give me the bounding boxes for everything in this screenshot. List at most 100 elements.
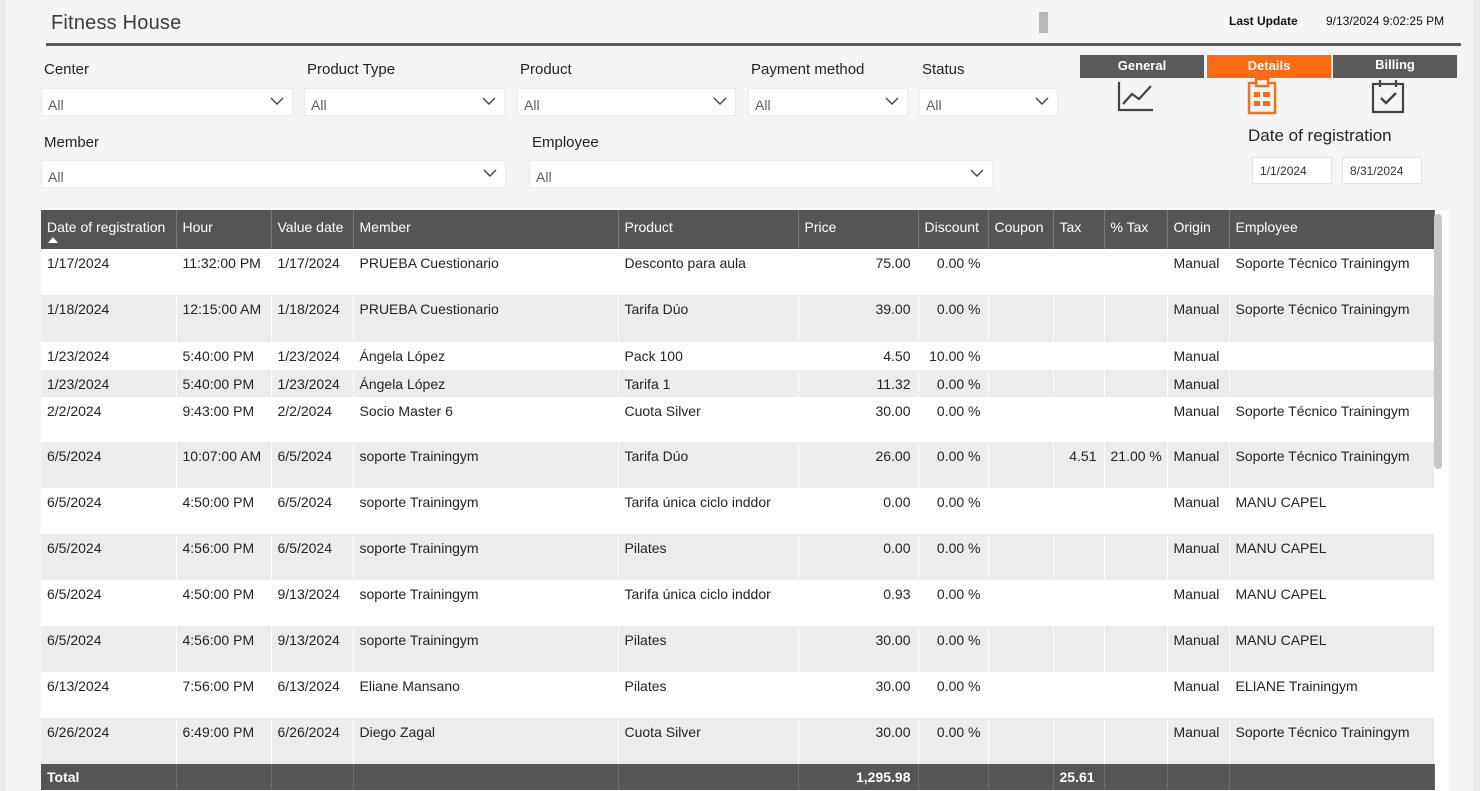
column-header-hour[interactable]: Hour	[176, 210, 272, 249]
table-scrollbar[interactable]	[1434, 214, 1442, 469]
table-cell: 0.00 %	[918, 442, 989, 488]
start-date-input[interactable]: 1/1/2024	[1252, 157, 1332, 184]
end-date-input[interactable]: 8/31/2024	[1342, 157, 1422, 184]
table-row[interactable]: 6/5/2024 4:56:00 PM 9/13/2024 soporte Train…	[41, 626, 1435, 672]
member-filter-dropdown[interactable]: All	[41, 160, 506, 188]
clipboard-icon[interactable]	[1242, 76, 1282, 116]
chevron-down-icon	[483, 169, 497, 177]
total-cell	[1229, 764, 1435, 790]
table-cell	[1053, 626, 1105, 672]
column-header-product[interactable]: Product	[618, 210, 799, 249]
table-cell: 0.00 %	[918, 534, 989, 580]
chevron-down-icon	[482, 97, 496, 105]
line-chart-icon[interactable]	[1115, 76, 1155, 116]
employee-filter-dropdown[interactable]: All	[529, 160, 993, 188]
total-cell	[918, 764, 989, 790]
column-header-price[interactable]: Price	[798, 210, 919, 249]
table-cell: 10:07:00 AM	[176, 442, 272, 488]
table-cell: 6:49:00 PM	[176, 718, 272, 764]
table-cell: 0.93	[798, 580, 919, 626]
table-cell	[1053, 370, 1105, 397]
title-divider	[46, 43, 1461, 46]
table-cell	[1104, 488, 1168, 534]
table-row[interactable]: 1/17/2024 11:32:00 PM 1/17/2024 PRUEBA Cues…	[41, 249, 1435, 295]
table-cell: Pack 100	[618, 342, 799, 370]
table-cell: Manual	[1167, 672, 1230, 718]
payment-method-filter-value: All	[755, 97, 771, 113]
total-cell	[1104, 764, 1168, 790]
table-cell: 1/23/2024	[41, 342, 177, 370]
table-cell: 6/5/2024	[271, 442, 354, 488]
table-row[interactable]: 6/5/2024 4:50:00 PM 6/5/2024 soporte Traini…	[41, 488, 1435, 534]
center-filter-label: Center	[44, 61, 90, 78]
column-header-value-date[interactable]: Value date	[271, 210, 354, 249]
table-cell: Soporte Técnico Trainingym	[1229, 249, 1435, 295]
table-row[interactable]: 1/23/2024 5:40:00 PM 1/23/2024 Ángela López…	[41, 370, 1435, 397]
product-type-filter-dropdown[interactable]: All	[304, 88, 505, 116]
table-row[interactable]: 1/23/2024 5:40:00 PM 1/23/2024 Ángela López…	[41, 342, 1435, 370]
total-label: Total	[41, 764, 177, 790]
table-cell	[988, 370, 1054, 397]
status-indicator	[1039, 12, 1048, 33]
product-filter-dropdown[interactable]: All	[517, 88, 736, 116]
table-row[interactable]: 6/26/2024 6:49:00 PM 6/26/2024 Diego Zagal C…	[41, 718, 1435, 764]
tab-general[interactable]: General	[1080, 55, 1204, 78]
status-filter-dropdown[interactable]: All	[919, 88, 1058, 116]
table-cell	[988, 342, 1054, 370]
tab-billing[interactable]: Billing	[1333, 55, 1457, 78]
center-filter-dropdown[interactable]: All	[41, 88, 293, 116]
column-header-pct-tax[interactable]: % Tax	[1104, 210, 1168, 249]
table-cell: MANU CAPEL	[1229, 534, 1435, 580]
table-cell	[1104, 342, 1168, 370]
table-cell: 21.00 %	[1104, 442, 1168, 488]
table-cell: Manual	[1167, 718, 1230, 764]
table-cell: 75.00	[798, 249, 919, 295]
table-cell: Manual	[1167, 249, 1230, 295]
table-cell: 4.51	[1053, 442, 1105, 488]
table-cell: Cuota Silver	[618, 397, 799, 442]
table-cell: 5:40:00 PM	[176, 370, 272, 397]
column-header-member[interactable]: Member	[353, 210, 619, 249]
tab-details[interactable]: Details	[1207, 55, 1331, 78]
table-cell: Tarifa Dúo	[618, 442, 799, 488]
table-cell: Manual	[1167, 397, 1230, 442]
product-filter-label: Product	[520, 61, 572, 78]
total-cell	[176, 764, 272, 790]
column-header-date-registration[interactable]: Date of registration	[41, 210, 177, 249]
table-row[interactable]: 2/2/2024 9:43:00 PM 2/2/2024 Socio Master 6…	[41, 397, 1435, 442]
column-header-coupon[interactable]: Coupon	[988, 210, 1054, 249]
table-cell	[1053, 718, 1105, 764]
table-cell	[988, 249, 1054, 295]
table-cell: Manual	[1167, 442, 1230, 488]
table-cell: 0.00 %	[918, 626, 989, 672]
chevron-down-icon	[713, 97, 727, 105]
total-cell	[988, 764, 1054, 790]
table-cell: Diego Zagal	[353, 718, 619, 764]
table-cell: 0.00	[798, 534, 919, 580]
table-cell: Pilates	[618, 626, 799, 672]
table-cell: ELIANE Trainingym	[1229, 672, 1435, 718]
table-row[interactable]: 1/18/2024 12:15:00 AM 1/18/2024 PRUEBA Cues…	[41, 295, 1435, 342]
calendar-check-icon[interactable]	[1368, 76, 1408, 116]
column-header-tax[interactable]: Tax	[1053, 210, 1105, 249]
table-row[interactable]: 6/13/2024 7:56:00 PM 6/13/2024 Eliane Mansa…	[41, 672, 1435, 718]
chevron-down-icon	[970, 169, 984, 177]
last-update-value: 9/13/2024 9:02:25 PM	[1326, 14, 1445, 28]
table-row[interactable]: 6/5/2024 4:56:00 PM 6/5/2024 soporte Traini…	[41, 534, 1435, 580]
table-row[interactable]: 6/5/2024 10:07:00 AM 6/5/2024 soporte Train…	[41, 442, 1435, 488]
table-cell: Manual	[1167, 370, 1230, 397]
table-row[interactable]: 6/5/2024 4:50:00 PM 9/13/2024 soporte Train…	[41, 580, 1435, 626]
table-cell: Desconto para aula	[618, 249, 799, 295]
table-cell: Manual	[1167, 626, 1230, 672]
table-cell: 0.00 %	[918, 295, 989, 342]
column-header-origin[interactable]: Origin	[1167, 210, 1230, 249]
details-table: Date of registration Hour Value date Mem…	[41, 210, 1449, 791]
table-cell: Soporte Técnico Trainingym	[1229, 718, 1435, 764]
product-type-filter-value: All	[311, 97, 327, 113]
total-cell	[271, 764, 354, 790]
column-header-employee[interactable]: Employee	[1229, 210, 1435, 249]
column-header-discount[interactable]: Discount	[918, 210, 989, 249]
table-cell: MANU CAPEL	[1229, 580, 1435, 626]
sort-ascending-icon	[48, 237, 58, 243]
payment-method-filter-dropdown[interactable]: All	[748, 88, 908, 116]
